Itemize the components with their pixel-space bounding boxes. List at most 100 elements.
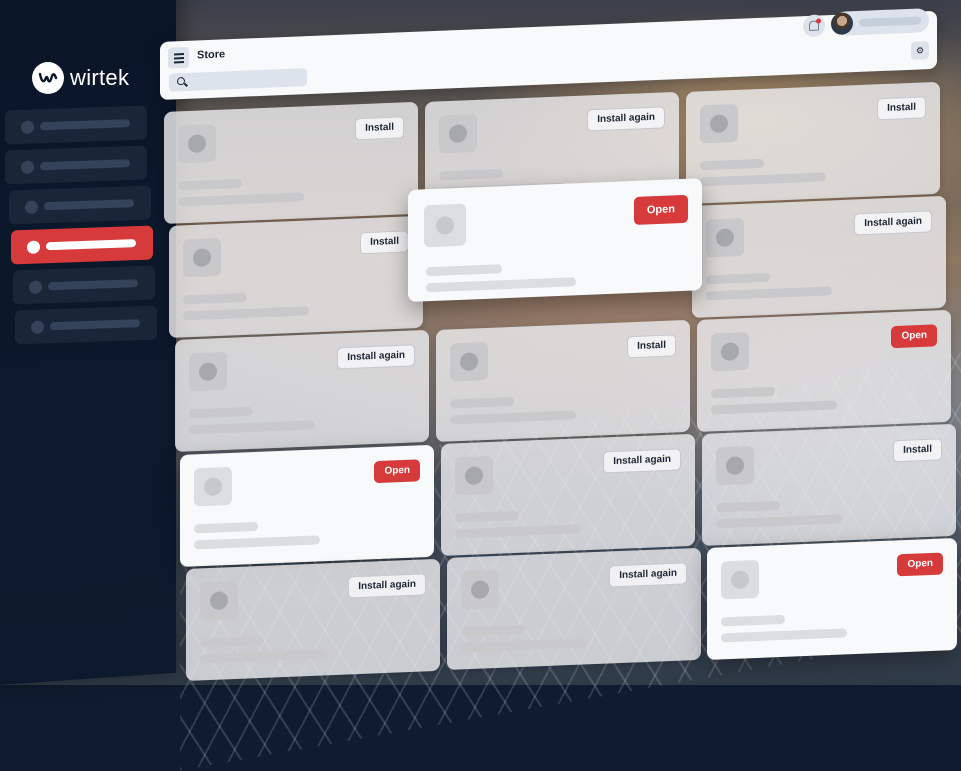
sidebar-item-icon	[27, 239, 40, 254]
app-thumbnail	[183, 237, 221, 278]
sidebar-top	[0, 0, 176, 60]
hamburger-icon[interactable]	[168, 46, 189, 69]
app-card[interactable]: Install again	[692, 195, 946, 318]
sidebar-item-6[interactable]	[15, 305, 157, 345]
open-button[interactable]: Open	[374, 459, 420, 484]
app-thumbnail	[450, 341, 488, 382]
install-again-button[interactable]: Install again	[337, 344, 415, 370]
app-card[interactable]: Open	[180, 444, 434, 567]
search-input[interactable]	[169, 68, 307, 92]
app-name-placeholder	[455, 510, 519, 523]
app-card[interactable]: Install again	[175, 329, 429, 452]
app-thumbnail	[716, 445, 754, 486]
app-thumbnail	[178, 123, 216, 164]
app-name-placeholder	[450, 396, 514, 409]
app-card[interactable]: Install	[164, 101, 418, 224]
app-desc-placeholder	[721, 628, 847, 643]
sidebar-item-label-placeholder	[40, 119, 130, 131]
install-button[interactable]: Install	[627, 334, 676, 359]
app-thumbnail	[455, 455, 493, 496]
install-again-button[interactable]: Install again	[587, 106, 665, 132]
install-button[interactable]: Install	[360, 230, 409, 255]
app-desc-placeholder	[716, 514, 842, 529]
app-name-placeholder	[178, 178, 242, 191]
app-card[interactable]: Install again	[441, 433, 695, 556]
app-desc-placeholder	[461, 638, 587, 653]
app-thumbnail	[439, 113, 477, 154]
install-again-button[interactable]: Install again	[603, 448, 681, 474]
brand-name: wirtek	[70, 65, 130, 90]
app-name-placeholder	[200, 635, 264, 648]
app-desc-placeholder	[711, 400, 837, 415]
sidebar-item-label-placeholder	[46, 239, 136, 251]
app-name-placeholder	[461, 624, 525, 637]
app-thumbnail	[424, 203, 466, 248]
avatar	[831, 12, 853, 36]
open-button[interactable]: Open	[897, 552, 943, 577]
app-desc-placeholder	[183, 306, 309, 321]
notification-badge	[816, 18, 821, 24]
app-thumbnail	[189, 351, 227, 392]
app-thumbnail	[461, 569, 499, 610]
page-title: Store	[197, 48, 226, 62]
sidebar-item-3[interactable]	[9, 185, 151, 225]
sidebar-item-active[interactable]	[11, 225, 153, 265]
install-again-button[interactable]: Install again	[609, 562, 687, 588]
app-desc-placeholder	[455, 524, 581, 539]
user-name-placeholder	[859, 16, 921, 27]
app-name-placeholder	[194, 521, 258, 534]
sidebar-item-label-placeholder	[44, 199, 134, 211]
app-card[interactable]: Open	[707, 537, 957, 660]
sidebar-item-1[interactable]	[5, 105, 147, 145]
app-desc-placeholder	[426, 277, 576, 293]
app-desc-placeholder	[194, 535, 320, 550]
sidebar-item-icon	[21, 159, 34, 174]
featured-app-card[interactable]: Open	[408, 178, 702, 302]
install-again-button[interactable]: Install again	[854, 210, 932, 236]
sidebar-item-icon	[29, 279, 42, 294]
app-thumbnail	[721, 559, 759, 600]
sidebar-item-2[interactable]	[5, 145, 147, 185]
user-menu[interactable]	[831, 8, 929, 36]
app-card[interactable]: Install again	[447, 547, 701, 670]
install-again-button[interactable]: Install again	[348, 573, 426, 599]
app-name-placeholder	[439, 168, 503, 181]
sidebar-item-label-placeholder	[48, 279, 138, 291]
app-desc-placeholder	[178, 192, 304, 207]
app-card[interactable]: Open	[697, 309, 951, 432]
app-thumbnail	[706, 217, 744, 258]
app-desc-placeholder	[189, 420, 315, 435]
app-card[interactable]: Install again	[186, 558, 440, 681]
app-thumbnail	[711, 331, 749, 372]
open-button[interactable]: Open	[633, 194, 688, 225]
search-icon	[177, 76, 185, 86]
install-button[interactable]: Install	[893, 438, 942, 463]
app-desc-placeholder	[700, 172, 826, 187]
app-name-placeholder	[711, 386, 775, 399]
sidebar-item-icon	[31, 319, 44, 334]
app-thumbnail	[194, 466, 232, 507]
app-desc-placeholder	[450, 410, 576, 425]
gear-icon[interactable]: ⚙	[911, 41, 929, 60]
sidebar-nav	[5, 105, 157, 348]
app-card[interactable]: Install	[702, 423, 956, 546]
app-name-placeholder	[426, 264, 502, 277]
open-button[interactable]: Open	[891, 324, 937, 349]
app-name-placeholder	[706, 272, 770, 285]
app-thumbnail	[700, 103, 738, 144]
sidebar-item-icon	[25, 199, 38, 214]
wirtek-logo-icon	[32, 62, 64, 94]
sidebar-item-5[interactable]	[13, 265, 155, 305]
sidebar-item-label-placeholder	[50, 319, 140, 331]
install-button[interactable]: Install	[877, 96, 926, 121]
app-thumbnail	[200, 580, 238, 621]
sidebar-item-label-placeholder	[40, 159, 130, 171]
app-card[interactable]: Install	[169, 215, 423, 338]
app-name-placeholder	[183, 292, 247, 305]
app-name-placeholder	[716, 500, 780, 513]
install-button[interactable]: Install	[355, 116, 404, 141]
brand-logo[interactable]: wirtek	[32, 62, 129, 94]
app-card[interactable]: Install	[686, 81, 940, 204]
app-card[interactable]: Install	[436, 319, 690, 442]
notification-button[interactable]	[803, 14, 825, 38]
